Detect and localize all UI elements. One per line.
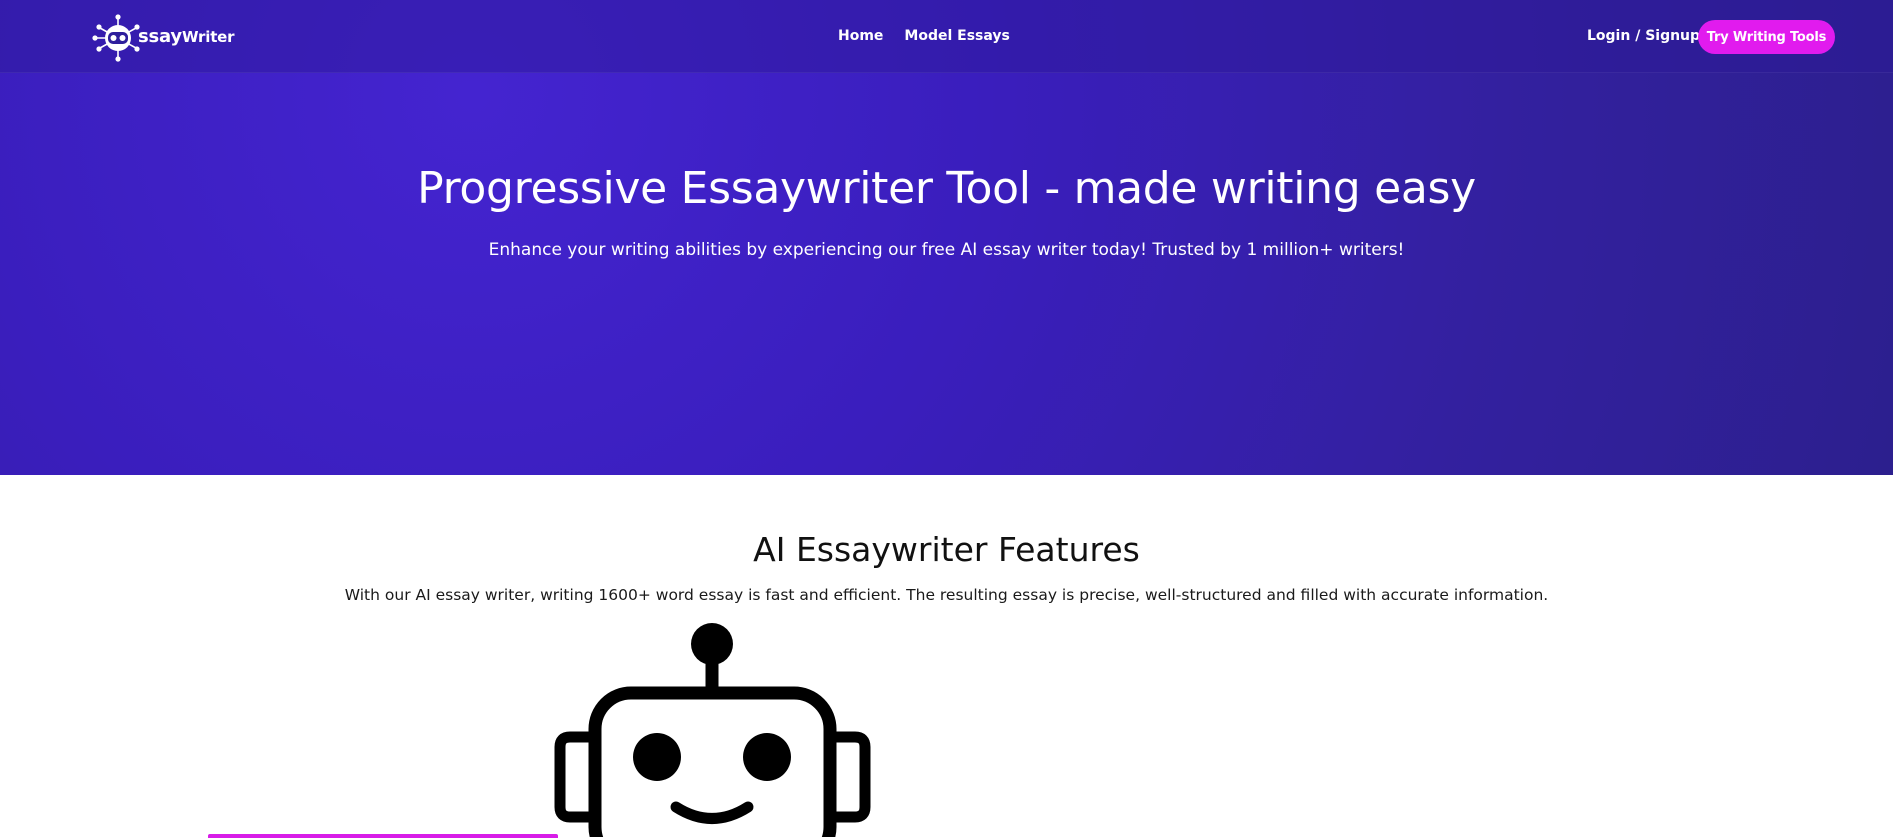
robot-face-icon xyxy=(554,623,871,837)
login-signup-link[interactable]: Login / Signup xyxy=(1587,28,1700,44)
nav-link-home[interactable]: Home xyxy=(838,28,883,44)
logo-text: ssayWriter xyxy=(138,26,235,47)
accent-bar xyxy=(208,834,558,838)
nav-links: Home Model Essays xyxy=(838,28,1010,44)
logo-text-main: ssay xyxy=(138,26,182,47)
logo-text-suffix: Writer xyxy=(181,28,235,46)
features-description: With our AI essay writer, writing 1600+ … xyxy=(344,586,1549,604)
site-logo[interactable]: ssayWriter xyxy=(92,11,242,65)
hero-section: ssayWriter Home Model Essays Login / Sig… xyxy=(0,0,1893,475)
nav-link-model-essays[interactable]: Model Essays xyxy=(904,28,1009,44)
navbar: ssayWriter Home Model Essays Login / Sig… xyxy=(0,0,1893,73)
hero-title: Progressive Essaywriter Tool - made writ… xyxy=(417,163,1476,214)
try-writing-tools-button[interactable]: Try Writing Tools xyxy=(1698,20,1835,54)
features-title: AI Essaywriter Features xyxy=(753,530,1140,569)
hero-subtitle: Enhance your writing abilities by experi… xyxy=(488,240,1405,260)
robot-logo-icon xyxy=(92,14,140,62)
